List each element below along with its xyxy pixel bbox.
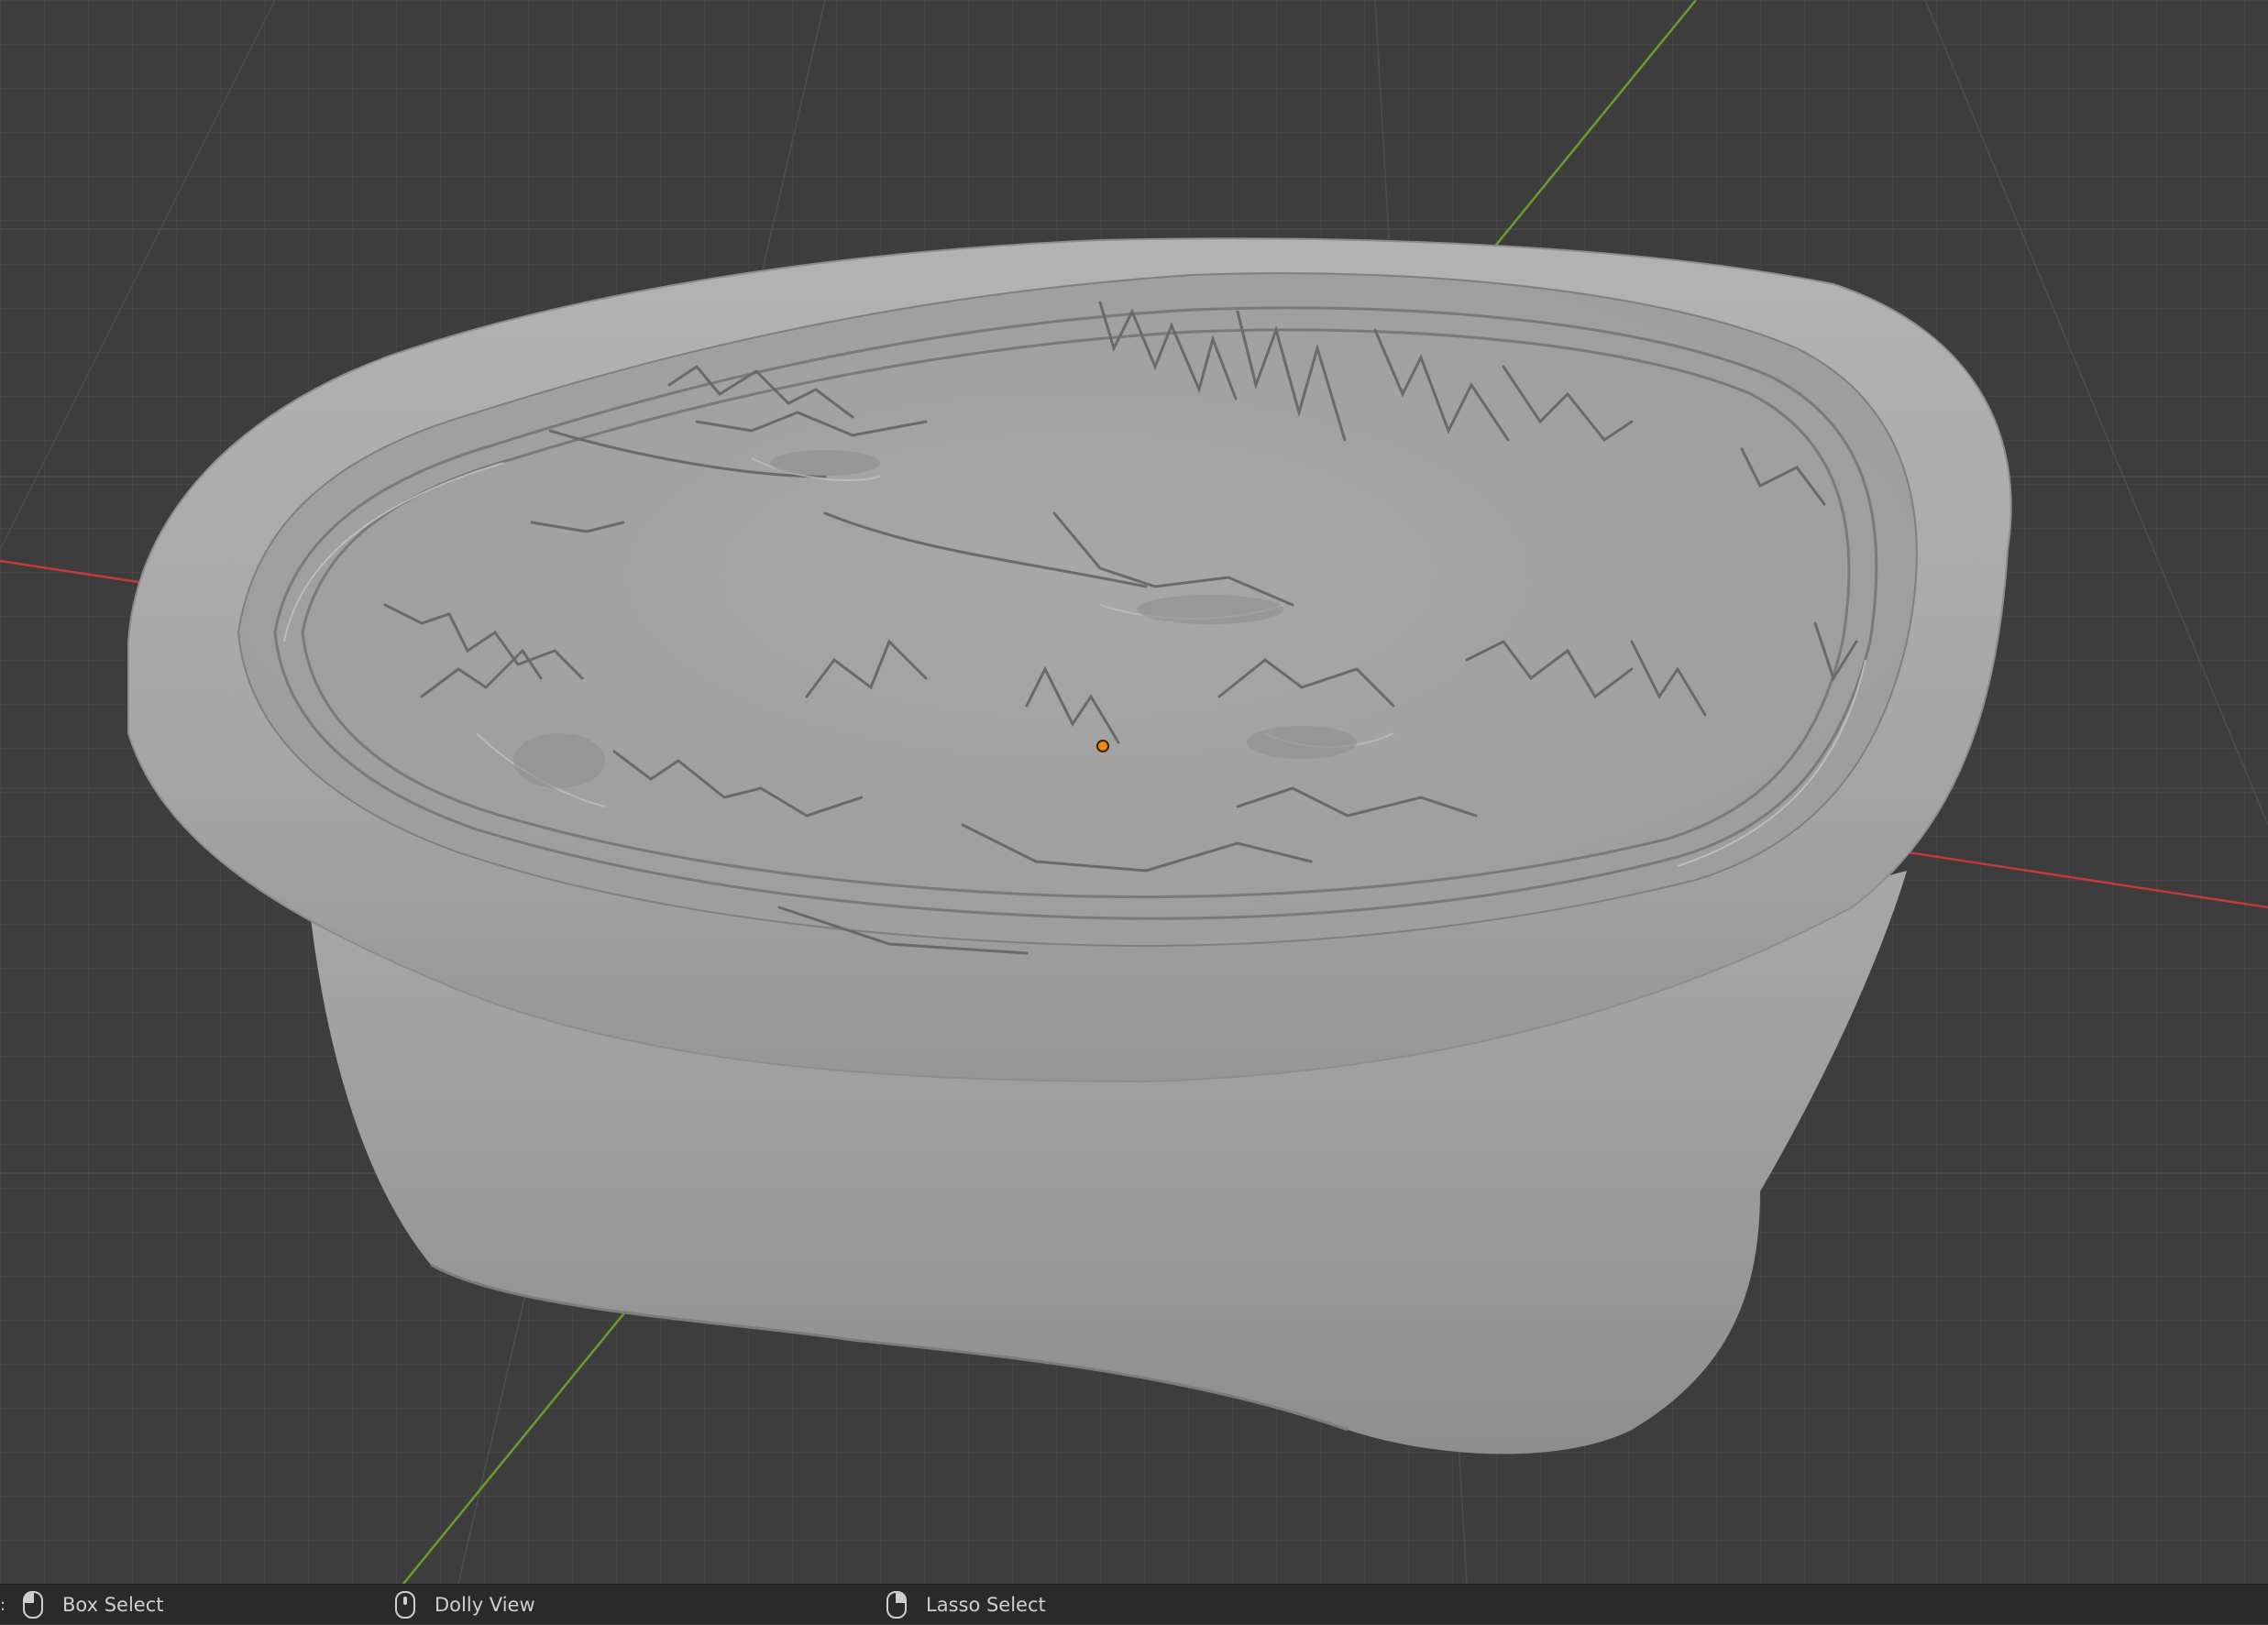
status-item-lasso-select: Lasso Select [884,1585,1046,1625]
status-label-box-select: Box Select [62,1594,164,1616]
status-bar: : Box Select Dolly View Lasso Select [0,1584,2268,1624]
status-label-lasso-select: Lasso Select [926,1594,1046,1616]
status-edge-mark: : [0,1596,6,1615]
mouse-right-icon [886,1591,907,1619]
status-item-box-select: Box Select [20,1585,164,1625]
mouse-left-icon [23,1591,43,1619]
mouse-middle-icon [395,1591,415,1619]
viewport-scene[interactable] [0,0,2268,1584]
3d-viewport[interactable] [0,0,2268,1584]
status-label-dolly-view: Dolly View [435,1594,535,1616]
object-origin[interactable] [1096,740,1109,752]
status-item-dolly-view: Dolly View [392,1585,535,1625]
